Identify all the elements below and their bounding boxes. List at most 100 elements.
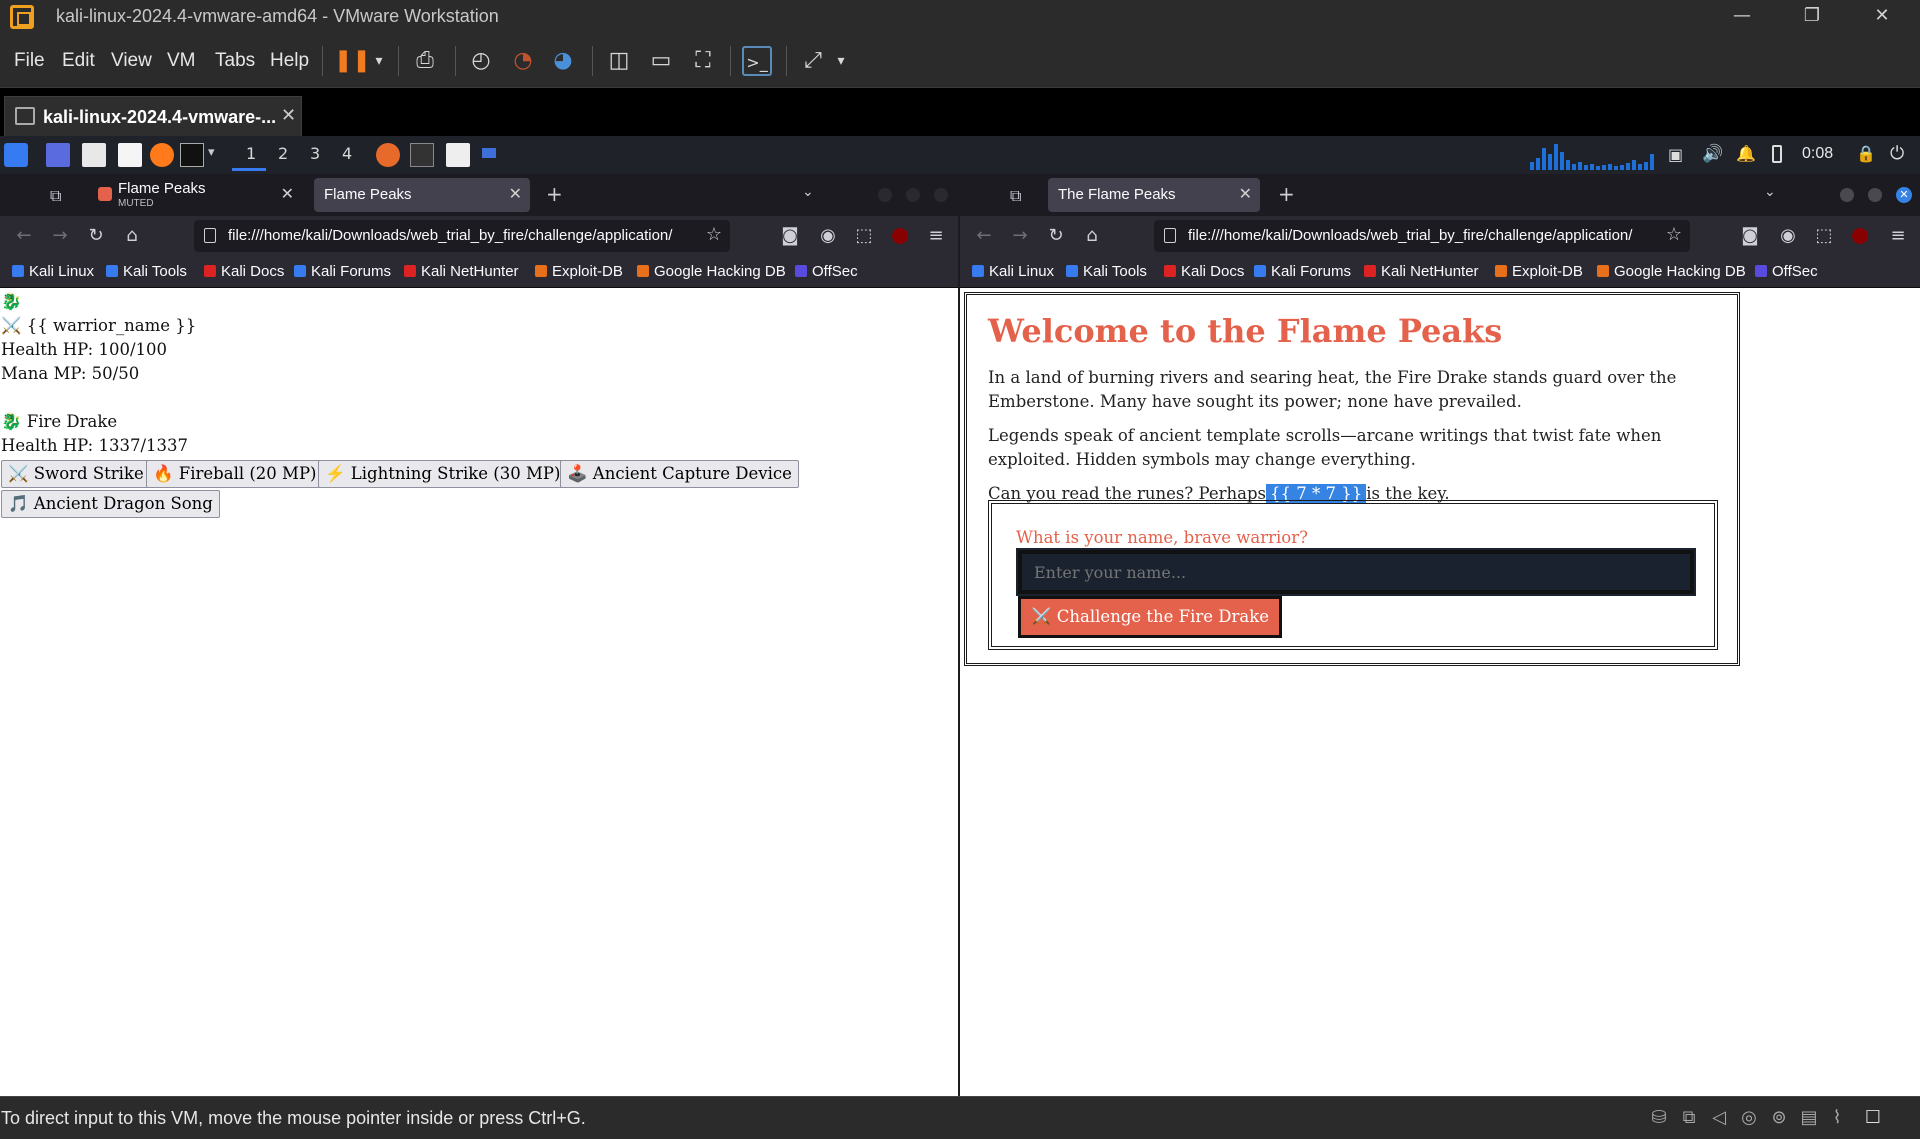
right-tab-list-icon[interactable]: ⧉ xyxy=(1010,186,1021,206)
volume-icon[interactable]: 🔊 xyxy=(1702,144,1723,164)
revert-snapshot-icon[interactable]: ◔ xyxy=(508,46,538,76)
taskbar-window-icon[interactable] xyxy=(482,148,496,158)
battery-icon[interactable] xyxy=(1772,145,1782,163)
right-ublock-icon[interactable] xyxy=(1852,228,1868,244)
right-tab-overflow-icon[interactable]: ⌄ xyxy=(1764,184,1776,200)
right-bm-google-hacking-db[interactable]: Google Hacking DB xyxy=(1597,263,1746,280)
left-pocket-icon[interactable]: ◙ xyxy=(778,224,802,248)
right-back-icon[interactable]: ← xyxy=(972,224,996,248)
dropdown-chevron-icon[interactable]: ▾ xyxy=(364,46,394,76)
close-icon[interactable]: ✕ xyxy=(1860,2,1904,30)
left-bm-kali-docs[interactable]: Kali Docs xyxy=(204,263,284,280)
right-bm-kali-linux[interactable]: Kali Linux xyxy=(972,263,1054,280)
left-bm-kali-forums[interactable]: Kali Forums xyxy=(294,263,391,280)
right-max-icon[interactable] xyxy=(1868,188,1882,202)
right-reload-icon[interactable]: ↻ xyxy=(1044,224,1068,248)
right-bm-exploit-db[interactable]: Exploit-DB xyxy=(1495,263,1583,280)
left-tab-2[interactable]: Flame Peaks ✕ xyxy=(314,178,530,212)
right-min-icon[interactable] xyxy=(1840,188,1854,202)
right-home-icon[interactable]: ⌂ xyxy=(1080,224,1104,248)
text-editor-icon[interactable] xyxy=(118,143,142,167)
left-close-window-icon[interactable] xyxy=(934,188,948,202)
warrior-name-input[interactable] xyxy=(1016,548,1696,596)
lightning-strike-button[interactable]: ⚡ Lightning Strike (30 MP) xyxy=(318,460,568,488)
right-new-tab-icon[interactable]: + xyxy=(1278,182,1295,206)
panel-clock[interactable]: 0:08 xyxy=(1802,145,1833,163)
right-pocket-icon[interactable]: ◙ xyxy=(1738,224,1762,248)
left-min-icon[interactable] xyxy=(878,188,892,202)
left-max-icon[interactable] xyxy=(906,188,920,202)
left-bm-kali-nethunter[interactable]: Kali NetHunter xyxy=(404,263,519,280)
minimize-icon[interactable]: — xyxy=(1720,2,1764,30)
left-url-bar[interactable]: file:///home/kali/Downloads/web_trial_by… xyxy=(194,220,730,252)
hdd-icon[interactable]: ⛁ xyxy=(1648,1107,1670,1129)
stretch-dropdown-icon[interactable]: ▾ xyxy=(826,46,856,76)
taskbar-firefox-icon[interactable] xyxy=(376,143,400,167)
workspace-2[interactable]: 2 xyxy=(278,144,288,163)
right-url-bar[interactable]: file:///home/kali/Downloads/web_trial_by… xyxy=(1154,220,1690,252)
console-view-icon[interactable]: ▭ xyxy=(646,46,676,76)
left-bm-kali-tools[interactable]: Kali Tools xyxy=(106,263,187,280)
kali-menu-icon[interactable] xyxy=(4,143,28,167)
usb-icon[interactable]: ⌇ xyxy=(1826,1107,1848,1129)
wireless-icon[interactable]: ⊚ xyxy=(1768,1107,1790,1129)
menu-help[interactable]: Help xyxy=(270,50,309,72)
right-bm-kali-forums[interactable]: Kali Forums xyxy=(1254,263,1351,280)
sidebar-view-icon[interactable]: ◫ xyxy=(604,46,634,76)
workspace-1[interactable]: 1 xyxy=(246,144,256,163)
cdrom-icon[interactable]: ◎ xyxy=(1738,1107,1760,1129)
left-bm-offsec[interactable]: OffSec xyxy=(795,263,858,280)
launcher-chevron-icon[interactable]: ▾ xyxy=(208,145,215,160)
right-bm-kali-tools[interactable]: Kali Tools xyxy=(1066,263,1147,280)
stretch-icon[interactable]: ⤢ xyxy=(798,46,828,76)
right-bm-kali-docs[interactable]: Kali Docs xyxy=(1164,263,1244,280)
notifications-icon[interactable]: 🔔 xyxy=(1736,144,1756,163)
restore-icon[interactable]: ❐ xyxy=(1790,2,1834,30)
show-desktop-icon[interactable] xyxy=(46,143,70,167)
ancient-capture-device-button[interactable]: 🕹️ Ancient Capture Device xyxy=(560,460,799,488)
left-tab-1-close-icon[interactable]: ✕ xyxy=(281,184,294,204)
power-icon[interactable]: ⏻ xyxy=(1890,143,1904,164)
left-reload-icon[interactable]: ↻ xyxy=(84,224,108,248)
file-manager-icon[interactable] xyxy=(82,143,106,167)
send-keys-icon[interactable]: ⎙ xyxy=(410,46,440,76)
vm-tab-close-icon[interactable]: ✕ xyxy=(281,105,296,126)
right-forward-icon[interactable]: → xyxy=(1008,224,1032,248)
display-icon[interactable]: ▣ xyxy=(1668,145,1683,164)
left-bm-exploit-db[interactable]: Exploit-DB xyxy=(535,263,623,280)
left-account-icon[interactable]: ◉ xyxy=(816,224,840,248)
right-extensions-icon[interactable]: ⬚ xyxy=(1812,224,1836,248)
workspace-3[interactable]: 3 xyxy=(310,144,320,163)
taskbar-terminal-icon[interactable] xyxy=(410,143,434,167)
workspace-4[interactable]: 4 xyxy=(342,144,352,163)
right-account-icon[interactable]: ◉ xyxy=(1776,224,1800,248)
sword-strike-button[interactable]: ⚔️ Sword Strike xyxy=(1,460,151,488)
left-bm-google-hacking-db[interactable]: Google Hacking DB xyxy=(637,263,786,280)
right-bm-offsec[interactable]: OffSec xyxy=(1755,263,1818,280)
left-new-tab-icon[interactable]: + xyxy=(546,182,563,206)
sound-icon[interactable]: ◁ xyxy=(1708,1107,1730,1129)
menu-vm[interactable]: VM xyxy=(167,50,196,72)
left-tab-list-icon[interactable]: ⧉ xyxy=(50,186,61,206)
vm-tab[interactable]: kali-linux-2024.4-vmware-... ✕ xyxy=(4,96,302,136)
left-bookmark-star-icon[interactable]: ☆ xyxy=(706,224,722,245)
challenge-button[interactable]: ⚔️ Challenge the Fire Drake xyxy=(1018,596,1283,638)
firefox-icon[interactable] xyxy=(150,143,174,167)
left-back-icon[interactable]: ← xyxy=(12,224,36,248)
left-menu-icon[interactable]: ≡ xyxy=(924,224,948,248)
menu-edit[interactable]: Edit xyxy=(62,50,95,72)
left-ublock-icon[interactable] xyxy=(892,228,908,244)
left-extensions-icon[interactable]: ⬚ xyxy=(852,224,876,248)
left-bm-kali-linux[interactable]: Kali Linux xyxy=(12,263,94,280)
menu-view[interactable]: View xyxy=(111,50,152,72)
left-home-icon[interactable]: ⌂ xyxy=(120,224,144,248)
ancient-dragon-song-button[interactable]: 🎵 Ancient Dragon Song xyxy=(1,490,220,518)
left-tab-2-close-icon[interactable]: ✕ xyxy=(509,184,522,204)
right-close-window-icon[interactable]: ✕ xyxy=(1896,187,1912,203)
right-bookmark-star-icon[interactable]: ☆ xyxy=(1666,224,1682,245)
left-tab-1[interactable]: Flame Peaks MUTED ✕ xyxy=(88,178,300,212)
right-menu-icon[interactable]: ≡ xyxy=(1886,224,1910,248)
right-tab-1-close-icon[interactable]: ✕ xyxy=(1239,184,1252,204)
right-tab-1[interactable]: The Flame Peaks ✕ xyxy=(1048,178,1260,212)
snapshot-manager-icon[interactable]: ◕ xyxy=(548,46,578,76)
